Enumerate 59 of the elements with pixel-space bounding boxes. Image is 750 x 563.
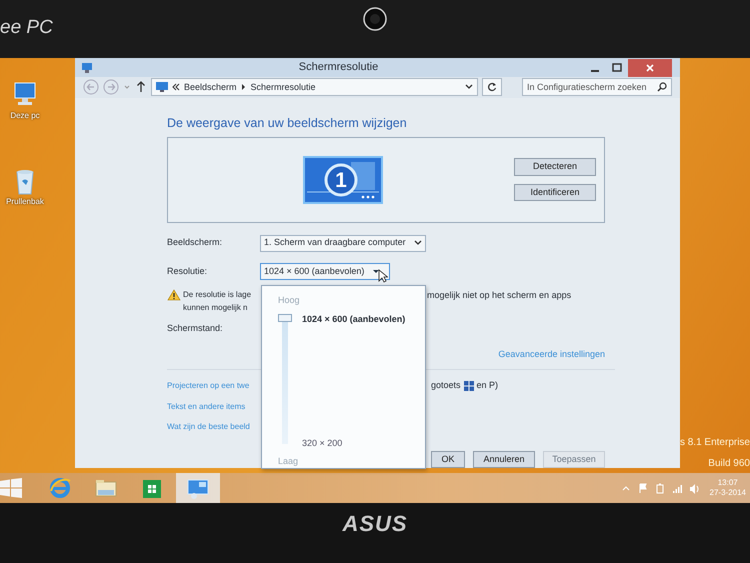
setting-label: Beeldscherm: (167, 236, 224, 250)
page-heading: De weergave van uw beeldscherm wijzigen (167, 114, 408, 132)
dialog-button[interactable]: Annuleren (473, 450, 535, 468)
browser-icon (48, 476, 72, 500)
brand-logo: ASUS (342, 510, 408, 538)
close-icon[interactable] (645, 62, 655, 72)
dialog-button[interactable]: OK (431, 450, 465, 468)
taskbar-button[interactable] (176, 473, 220, 503)
refresh-icon[interactable] (487, 82, 497, 92)
battery-icon[interactable] (654, 482, 666, 494)
slider-label: Hoog (278, 294, 300, 307)
chevron-icon (240, 83, 247, 92)
windows-key-icon (464, 380, 474, 391)
warning-text: mogelijk niet op het scherm en apps (427, 288, 572, 302)
control-panel-icon (156, 82, 168, 92)
caret-icon[interactable] (414, 239, 422, 247)
dropdown[interactable]: 1. Scherm van draagbare computer (260, 234, 426, 252)
caret-icon[interactable] (372, 268, 380, 276)
dialog-button: Toepassen (543, 450, 605, 468)
warning-icon (167, 289, 181, 302)
refresh-button[interactable] (482, 78, 502, 96)
slider-label: Laag (278, 455, 298, 468)
resolution-option[interactable]: 1024 × 600 (aanbevolen) (302, 313, 406, 326)
overflow-chevrons-icon (172, 83, 180, 92)
webcam-icon (362, 6, 388, 32)
dropdown-value: 1. Scherm van draagbare computer (264, 236, 406, 250)
edition-text: s 8.1 Enterprise (680, 436, 750, 450)
flag-icon[interactable] (638, 482, 649, 494)
dropdown[interactable]: 1024 × 600 (aanbevolen) (260, 263, 390, 280)
setting-label: Resolutie: (167, 264, 208, 278)
setting-label: Schermstand: (167, 323, 223, 333)
warning-text: De resolutie is lage (183, 289, 252, 302)
resolution-option[interactable]: 320 × 200 (302, 437, 342, 450)
breadcrumb-item[interactable]: Beeldscherm (184, 80, 237, 94)
start-icon[interactable] (0, 476, 24, 500)
edition-text: Build 960 (708, 457, 750, 471)
address-bar[interactable]: Beeldscherm Schermresolutie (151, 78, 478, 96)
mouse-pointer-icon (378, 268, 388, 282)
window-title: Schermresolutie (298, 60, 380, 76)
forward-icon[interactable] (103, 79, 119, 96)
speaker-icon[interactable] (688, 482, 700, 494)
back-icon[interactable] (83, 79, 99, 96)
action-button[interactable]: Identificeren (514, 184, 596, 201)
signal-icon[interactable] (672, 482, 683, 494)
search-field[interactable]: In Configuratiescherm zoeken (522, 78, 672, 96)
brand-logo: ee PC (0, 16, 53, 40)
slider-thumb[interactable] (278, 314, 292, 322)
dropdown-icon[interactable] (465, 83, 473, 92)
dropdown-value: 1024 × 600 (aanbevolen) (264, 264, 364, 278)
app-icon (81, 62, 93, 74)
warning-text: kunnen mogelijk n (183, 302, 248, 314)
search-placeholder: In Configuratiescherm zoeken (527, 80, 648, 94)
breadcrumb-item[interactable]: Schermresolutie (250, 80, 316, 94)
action-button[interactable]: Detecteren (514, 158, 596, 176)
display-drawing[interactable]: 1 (303, 156, 383, 204)
search-icon[interactable] (657, 82, 667, 92)
link-text: gotoets (431, 379, 461, 392)
link-text: en P) (476, 379, 498, 392)
close-button[interactable] (628, 58, 672, 76)
